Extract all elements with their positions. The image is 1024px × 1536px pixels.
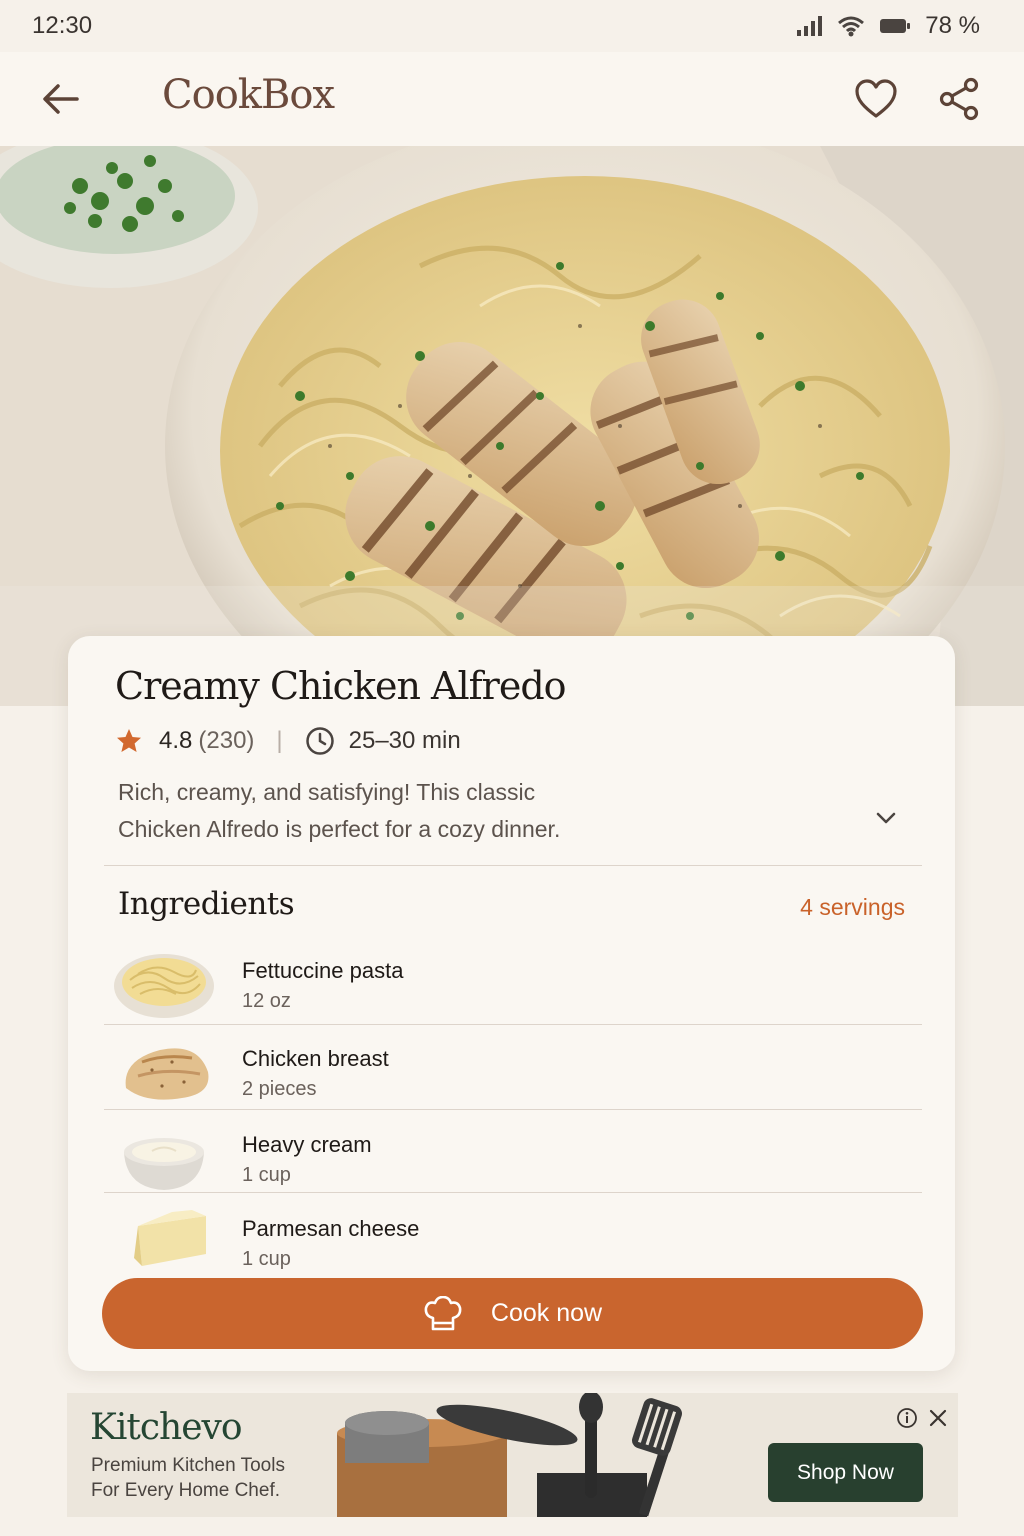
- recipe-hero-image: [0, 146, 1024, 706]
- ingredients-heading: Ingredients: [118, 886, 295, 922]
- ad-banner[interactable]: Kitchevo Premium Kitchen Tools For Every…: [67, 1393, 958, 1517]
- ingredient-row[interactable]: Fettuccine pasta 12 oz: [106, 944, 922, 1030]
- servings-selector[interactable]: 4 servings: [800, 894, 905, 921]
- ad-tagline: Premium Kitchen Tools For Every Home Che…: [91, 1453, 331, 1503]
- meta-separator: |: [276, 727, 283, 754]
- pasta-bowl-icon: [114, 954, 214, 1018]
- ingredient-row[interactable]: Chicken breast 2 pieces: [106, 1032, 922, 1118]
- recipe-description: Rich, creamy, and satisfying! This class…: [118, 774, 718, 848]
- back-button[interactable]: [31, 69, 91, 129]
- favorite-button[interactable]: [846, 69, 906, 129]
- recipe-card: Creamy Chicken Alfredo 4.8 (230) | 25–30…: [68, 636, 955, 1371]
- chevron-down-icon: [876, 812, 896, 824]
- signal-icon: [797, 16, 823, 36]
- row-divider: [104, 1024, 922, 1025]
- ingredient-name: Chicken breast: [242, 1046, 389, 1071]
- app-title: CookBox: [162, 72, 335, 118]
- rating-value: 4.8: [159, 727, 193, 754]
- rating-count: (230): [198, 727, 255, 754]
- ad-info-icon[interactable]: [896, 1407, 918, 1429]
- ingredient-row[interactable]: Parmesan cheese 1 cup: [106, 1202, 922, 1288]
- recipe-meta: 4.8 (230) | 25–30 min: [115, 724, 461, 758]
- cream-bowl-icon: [124, 1138, 204, 1190]
- ad-brand: Kitchevo: [90, 1407, 243, 1448]
- ingredient-name: Parmesan cheese: [242, 1216, 420, 1241]
- arrow-left-icon: [43, 84, 79, 114]
- kitchen-tools-image: [337, 1393, 682, 1517]
- ingredient-quantity: 1 cup: [242, 1164, 291, 1186]
- cook-now-label: Cook now: [490, 1299, 603, 1327]
- heart-icon: [855, 79, 897, 118]
- row-divider: [104, 1109, 922, 1110]
- expand-description-button[interactable]: [868, 800, 904, 836]
- section-divider: [104, 865, 922, 866]
- star-icon: [117, 729, 141, 752]
- battery-icon: [880, 19, 911, 33]
- share-button[interactable]: [929, 69, 989, 129]
- battery-level: 78 %: [925, 12, 980, 39]
- row-divider: [104, 1192, 922, 1193]
- description-line-1: Rich, creamy, and satisfying! This class…: [118, 779, 536, 805]
- ad-tagline-line-2: For Every Home Chef.: [91, 1480, 280, 1501]
- ingredient-quantity: 12 oz: [242, 990, 291, 1012]
- description-line-2: Chicken Alfredo is perfect for a cozy di…: [118, 816, 561, 842]
- status-time: 12:30: [32, 12, 93, 39]
- chef-hat-icon: [424, 1295, 462, 1330]
- chicken-breast-icon: [125, 1048, 209, 1100]
- cook-now-button[interactable]: Cook now: [102, 1278, 923, 1349]
- ingredient-quantity: 1 cup: [242, 1248, 291, 1270]
- ingredient-quantity: 2 pieces: [242, 1078, 317, 1100]
- recipe-title: Creamy Chicken Alfredo: [115, 664, 567, 708]
- ad-close-icon[interactable]: [927, 1407, 949, 1429]
- ingredient-name: Fettuccine pasta: [242, 958, 404, 983]
- status-bar: 12:30 78 %: [0, 0, 1024, 52]
- ad-tagline-line-1: Premium Kitchen Tools: [91, 1455, 285, 1476]
- cheese-wedge-icon: [134, 1210, 206, 1266]
- ingredient-name: Heavy cream: [242, 1132, 372, 1157]
- share-icon: [939, 77, 979, 121]
- cook-time: 25–30 min: [348, 727, 461, 754]
- status-icons: 78 %: [795, 12, 980, 40]
- shop-now-button[interactable]: Shop Now: [768, 1443, 923, 1502]
- clock-icon: [305, 727, 334, 755]
- app-bar: CookBox: [0, 52, 1024, 146]
- wifi-icon: [838, 16, 865, 37]
